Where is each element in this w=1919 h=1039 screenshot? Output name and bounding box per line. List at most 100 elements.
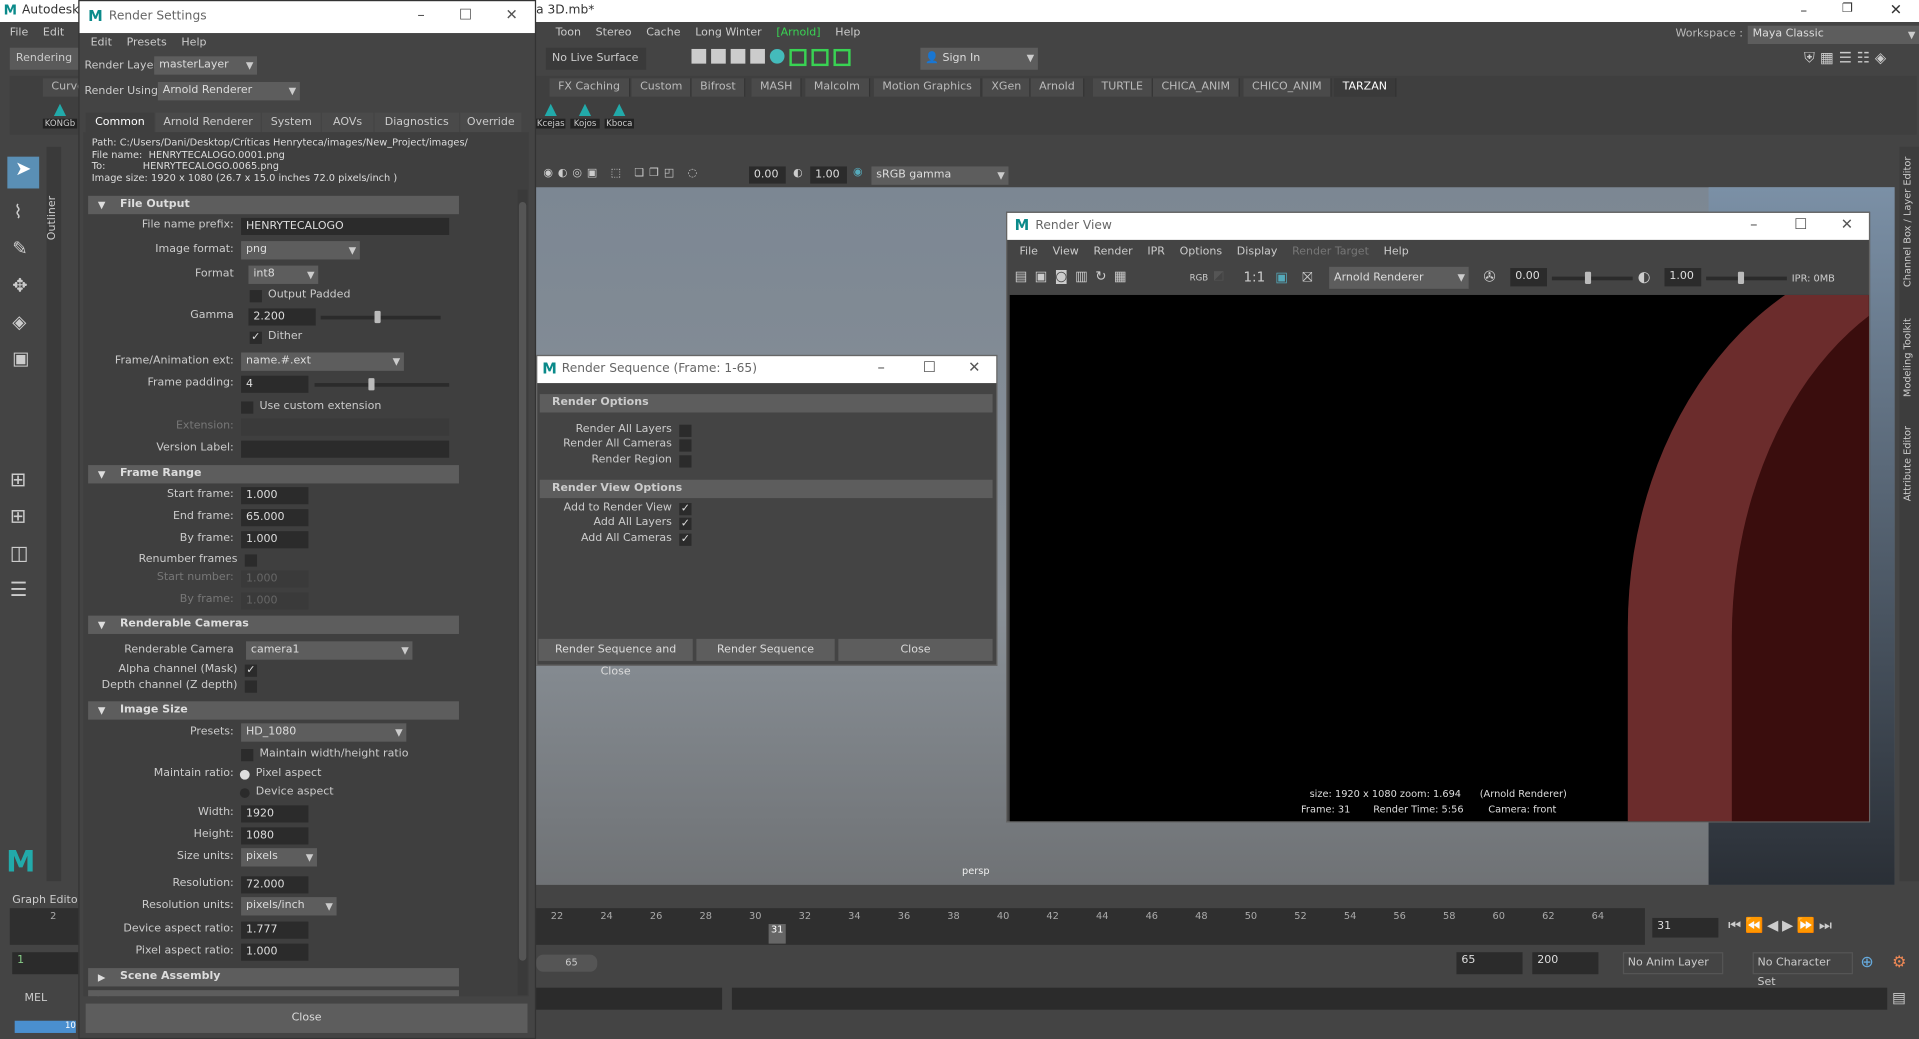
layout-single-icon[interactable]: ⊞ xyxy=(10,468,26,491)
frame-padding-slider[interactable] xyxy=(314,383,450,387)
resolution-units-dropdown[interactable]: pixels/inch xyxy=(241,897,337,916)
outliner-layout-icon[interactable]: ☰ xyxy=(10,578,28,601)
move-tool-icon[interactable]: ✥ xyxy=(12,274,27,296)
anim-layer-dropdown[interactable]: No Anim Layer xyxy=(1622,952,1724,975)
render-frame-icon[interactable] xyxy=(691,48,707,64)
frame-animation-ext-dropdown[interactable]: name.#.ext xyxy=(241,352,404,371)
minimize-icon[interactable]: – xyxy=(1800,2,1807,18)
menu-help[interactable]: Help xyxy=(835,27,860,39)
section-file-output[interactable]: File Output xyxy=(88,195,459,215)
select-tool-icon[interactable]: ➤ xyxy=(7,156,40,189)
maximize-icon[interactable]: ☐ xyxy=(1794,215,1807,232)
presets-dropdown[interactable]: HD_1080 xyxy=(241,723,407,742)
lasso-tool-icon[interactable]: ⌇ xyxy=(13,201,22,223)
frame-padding-slider-handle[interactable] xyxy=(368,378,375,391)
menu-stereo[interactable]: Stereo xyxy=(596,27,632,39)
live-surface-field[interactable]: No Live Surface xyxy=(545,47,647,70)
paint-tool-icon[interactable]: ✎ xyxy=(12,237,27,259)
viewport-exposure[interactable]: 0.00 xyxy=(749,166,786,184)
menu-help[interactable]: Help xyxy=(1384,246,1409,258)
shelf-tab[interactable]: Malcolm xyxy=(805,78,870,97)
section-scene-assembly[interactable]: Scene Assembly xyxy=(88,968,459,987)
layout-two-icon[interactable]: ◫ xyxy=(10,541,29,564)
shelf-tab[interactable]: TARZAN xyxy=(1334,78,1397,97)
modeling-toolkit-tab[interactable]: Modeling Toolkit xyxy=(1902,318,1913,397)
ipr-icon[interactable] xyxy=(730,48,746,64)
menu-view[interactable]: View xyxy=(1053,246,1079,258)
shelf-tab[interactable]: Custom xyxy=(631,78,693,97)
maintain-width-height-ratio-checkbox[interactable] xyxy=(241,749,254,762)
maintain-ratio-radio[interactable] xyxy=(239,769,250,780)
graph-editor-label[interactable]: Graph Editor xyxy=(12,895,82,907)
character-set-dropdown[interactable]: No Character Set xyxy=(1752,952,1853,989)
format-dropdown[interactable]: int8 xyxy=(248,265,319,284)
add-all-layers-checkbox[interactable]: ✓ xyxy=(679,518,692,531)
gamma-field[interactable]: 1.00 xyxy=(1664,268,1702,287)
menu-edit[interactable]: Edit xyxy=(43,27,64,39)
render-view-tool-icons[interactable]: ▤▣◙▥↻▦ xyxy=(1015,268,1134,284)
viewport-shading-icons[interactable]: ◉◐◎▣ ⬚ ❏❐◰ ◌ xyxy=(543,168,702,180)
real-size-button[interactable]: 1:1 xyxy=(1243,269,1265,285)
size-units-dropdown[interactable]: pixels xyxy=(241,848,317,867)
depth-channel-z-depth-checkbox[interactable] xyxy=(244,680,258,693)
playback-controls[interactable]: ⏮⏪◀▶⏩⏭ xyxy=(1728,917,1836,935)
gamma-slider[interactable] xyxy=(1706,276,1787,281)
tab-diagnostics[interactable]: Diagnostics xyxy=(374,112,459,133)
render-using-dropdown[interactable]: Arnold Renderer xyxy=(157,82,300,101)
rgb-channel-button[interactable]: RGB xyxy=(1190,273,1208,283)
gamma-slider-handle[interactable] xyxy=(1737,271,1745,284)
exposure-slider[interactable] xyxy=(1551,276,1633,281)
range-start-field[interactable]: 1 xyxy=(12,952,79,975)
scrollbar[interactable] xyxy=(517,189,528,996)
channel-box-tab[interactable]: Channel Box / Layer Editor xyxy=(1902,157,1913,287)
by-frame-field[interactable]: 1.000 xyxy=(241,531,309,549)
rotate-tool-icon[interactable]: ◈ xyxy=(12,311,26,333)
range-slider-handle[interactable]: 65 xyxy=(536,954,598,972)
script-editor-icon[interactable]: ▤ xyxy=(1892,989,1906,1006)
use-custom-extension-checkbox[interactable] xyxy=(241,401,254,414)
close-icon[interactable]: ✕ xyxy=(1890,1,1902,18)
gamma-slider-handle[interactable] xyxy=(374,310,381,324)
command-input[interactable] xyxy=(536,987,723,1010)
render-image[interactable]: size: 1920 x 1080 zoom: 1.694 (Arnold Re… xyxy=(1009,294,1869,822)
add-all-cameras-checkbox[interactable]: ✓ xyxy=(679,533,692,546)
render-sequence-and-close-button[interactable]: Render Sequence and Close xyxy=(538,638,693,678)
menu-cache[interactable]: Cache xyxy=(646,27,680,39)
render-layer-dropdown[interactable]: masterLayer xyxy=(154,56,258,75)
minimize-icon[interactable]: – xyxy=(417,6,424,23)
menu-arnold[interactable]: [Arnold] xyxy=(776,27,820,39)
shelf-tab[interactable]: Motion Graphics xyxy=(873,78,982,97)
anim-end-field[interactable]: 200 xyxy=(1532,952,1599,975)
shelf-tab[interactable]: Bifrost xyxy=(691,78,746,97)
close-button[interactable]: Close xyxy=(85,1003,528,1033)
section-frame-range[interactable]: Frame Range xyxy=(88,465,459,484)
shelf-icon-kojos[interactable]: ▲ Kojos xyxy=(570,100,600,129)
menu-options[interactable]: Options xyxy=(1180,246,1223,258)
render-sequence-button[interactable]: Render Sequence xyxy=(696,638,835,661)
renderable-camera-dropdown[interactable]: camera1 xyxy=(246,641,413,660)
shelf-tab[interactable]: Arnold xyxy=(1030,78,1085,97)
menu-long-winter[interactable]: Long Winter xyxy=(695,27,761,39)
render-settings-icon[interactable] xyxy=(750,48,765,64)
dither-checkbox[interactable]: ✓ xyxy=(249,331,262,344)
tab-common[interactable]: Common xyxy=(85,112,155,133)
frame-padding-field[interactable]: 4 xyxy=(241,375,309,393)
image-format-dropdown[interactable]: png xyxy=(241,241,360,260)
shelf-icon-kboca[interactable]: ▲ Kboca xyxy=(604,100,634,129)
auto-key-icon[interactable]: ⊕ xyxy=(1860,953,1873,971)
output-padded-checkbox[interactable] xyxy=(249,290,262,303)
arnold-render-icon[interactable] xyxy=(789,48,807,67)
close-button[interactable]: Close xyxy=(838,638,993,661)
shelf-tab[interactable]: MASH xyxy=(751,78,803,97)
shelf-tab[interactable]: TURTLE xyxy=(1092,78,1153,97)
pixel-aspect-ratio-field[interactable]: 1.000 xyxy=(241,943,309,961)
shelf-icon-kongb[interactable]: ▲ KONGb xyxy=(42,100,78,129)
section-collapsed[interactable] xyxy=(88,990,459,997)
version-label-field[interactable] xyxy=(241,440,450,458)
layout-four-icon[interactable]: ⊞ xyxy=(10,504,26,527)
scrollbar-thumb[interactable] xyxy=(518,201,527,961)
device-aspect-ratio-field[interactable]: 1.777 xyxy=(241,921,309,939)
render-region-checkbox[interactable] xyxy=(679,454,692,468)
menu-presets[interactable]: Presets xyxy=(127,37,167,49)
height-field[interactable]: 1080 xyxy=(241,827,309,845)
